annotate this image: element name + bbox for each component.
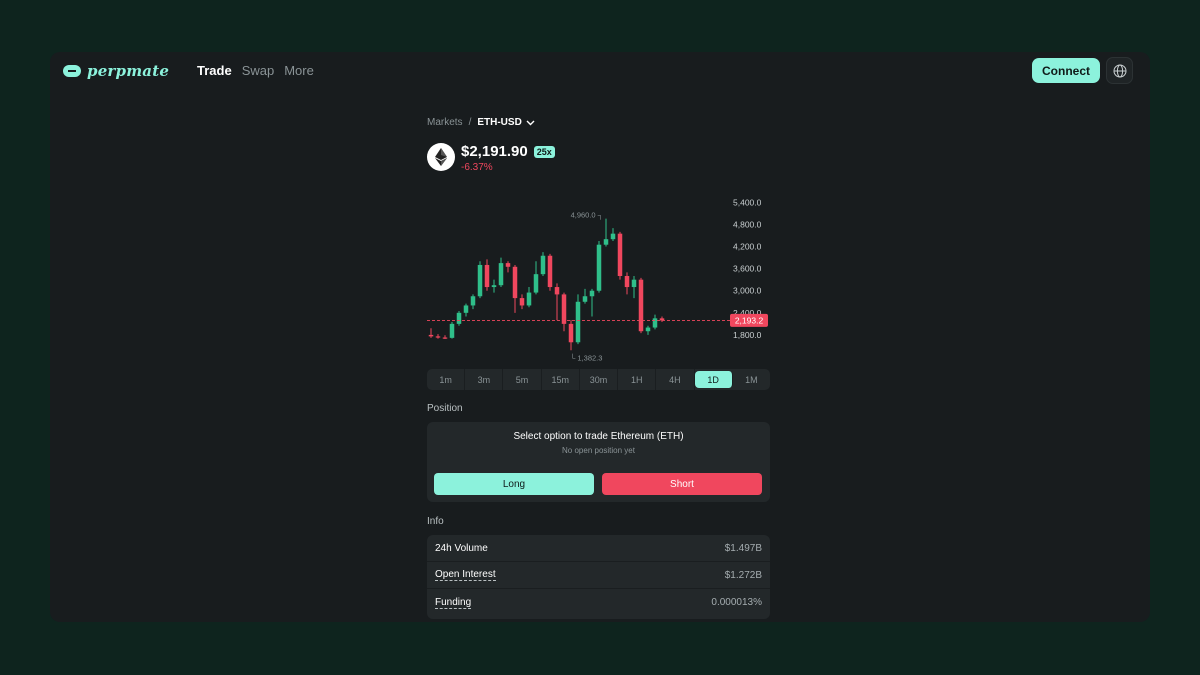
ethereum-icon bbox=[427, 143, 455, 171]
candle-body bbox=[624, 276, 630, 288]
nav-more[interactable]: More bbox=[284, 63, 314, 78]
candle-body bbox=[610, 233, 616, 240]
info-key: 24h Volume bbox=[435, 542, 488, 554]
y-tick-label: 3,600.0 bbox=[733, 264, 762, 274]
leverage-badge: 25x bbox=[533, 145, 555, 158]
asset-summary: $2,191.90 25x -6.37% bbox=[427, 143, 555, 173]
pair-label: ETH-USD bbox=[477, 117, 522, 128]
candle-body bbox=[638, 279, 644, 332]
candle-body bbox=[645, 327, 651, 332]
info-key-tooltip[interactable]: Open Interest bbox=[435, 569, 496, 581]
position-card: Select option to trade Ethereum (ETH) No… bbox=[427, 422, 770, 502]
candle-body bbox=[435, 336, 441, 338]
y-tick-label: 4,800.0 bbox=[733, 219, 762, 229]
info-label: Info bbox=[427, 516, 444, 527]
candle-body bbox=[491, 285, 497, 288]
candle-body bbox=[456, 312, 462, 324]
info-value: $1.497B bbox=[724, 542, 762, 554]
y-tick-label: 1,800.0 bbox=[733, 330, 762, 340]
candle-body bbox=[575, 301, 581, 343]
timeframe-1m[interactable]: 1M bbox=[733, 369, 770, 390]
candle-body bbox=[449, 323, 455, 338]
candle-body bbox=[617, 233, 623, 276]
chevron-down-icon bbox=[526, 120, 535, 125]
breadcrumb-markets[interactable]: Markets bbox=[427, 117, 463, 128]
timeframe-1m[interactable]: 1m bbox=[427, 369, 466, 390]
info-value: $1.272B bbox=[724, 569, 762, 581]
candle-body bbox=[526, 292, 532, 306]
position-title: Select option to trade Ethereum (ETH) bbox=[513, 431, 684, 442]
candle-body bbox=[428, 334, 434, 337]
candle-body bbox=[547, 255, 553, 288]
candle-body bbox=[519, 298, 525, 306]
timeframe-5m[interactable]: 5m bbox=[503, 369, 542, 390]
info-row-funding: Funding 0.000013% bbox=[427, 589, 770, 616]
candle-body bbox=[652, 318, 658, 328]
current-price: $2,191.90 bbox=[461, 143, 528, 160]
info-key-tooltip[interactable]: Funding bbox=[435, 597, 472, 609]
high-price-label: 4,960.0 ┐ bbox=[571, 211, 603, 221]
info-row-volume: 24h Volume $1.497B bbox=[427, 535, 770, 562]
timeframe-3m[interactable]: 3m bbox=[465, 369, 504, 390]
connect-button[interactable]: Connect bbox=[1032, 58, 1100, 83]
main-nav: Trade Swap More bbox=[197, 63, 324, 78]
y-tick-label: 5,400.0 bbox=[733, 197, 762, 207]
candle-body bbox=[603, 239, 609, 245]
candle-body bbox=[470, 296, 476, 306]
short-button[interactable]: Short bbox=[602, 473, 762, 495]
candle-body bbox=[561, 294, 567, 324]
timeframe-selector: 1m 3m 5m 15m 30m 1H 4H 1D 1M bbox=[427, 369, 770, 390]
logo-mark-icon bbox=[63, 65, 81, 77]
candle-body bbox=[505, 263, 511, 267]
candle-body bbox=[512, 266, 518, 299]
breadcrumb-separator: / bbox=[468, 117, 472, 128]
timeframe-4h[interactable]: 4H bbox=[656, 369, 695, 390]
candle-body bbox=[533, 274, 539, 293]
nav-swap[interactable]: Swap bbox=[242, 63, 275, 78]
candle-body bbox=[540, 255, 546, 275]
pair-selector[interactable]: ETH-USD bbox=[477, 117, 535, 128]
timeframe-15m[interactable]: 15m bbox=[542, 369, 580, 390]
language-button[interactable] bbox=[1106, 57, 1133, 84]
app-window: perpmate Trade Swap More Connect Markets… bbox=[50, 52, 1150, 622]
timeframe-1d[interactable]: 1D bbox=[694, 371, 733, 388]
low-price-label: └ 1,382.3 bbox=[570, 353, 602, 362]
candle-body bbox=[589, 290, 595, 297]
position-subtitle: No open position yet bbox=[562, 446, 635, 455]
globe-icon bbox=[1113, 64, 1126, 77]
timeframe-30m[interactable]: 30m bbox=[580, 369, 619, 390]
timeframe-1h[interactable]: 1H bbox=[618, 369, 657, 390]
brand-logo[interactable]: perpmate bbox=[63, 61, 169, 81]
last-price-label: 2,193.2 bbox=[735, 315, 764, 325]
candle-body bbox=[484, 264, 490, 288]
candle-body bbox=[631, 279, 637, 288]
price-chart[interactable]: 5,400.04,800.04,200.03,600.03,000.02,400… bbox=[427, 187, 770, 362]
price-change: -6.37% bbox=[461, 162, 493, 173]
candle-body bbox=[582, 296, 588, 302]
y-tick-label: 4,200.0 bbox=[733, 242, 762, 252]
candle-body bbox=[554, 287, 560, 295]
candle-body bbox=[498, 263, 504, 286]
position-label: Position bbox=[427, 403, 463, 414]
breadcrumb: Markets / ETH-USD bbox=[427, 117, 535, 128]
y-tick-label: 3,000.0 bbox=[733, 286, 762, 296]
candle-body bbox=[596, 244, 602, 291]
nav-trade[interactable]: Trade bbox=[197, 63, 232, 78]
candle-body bbox=[568, 323, 574, 343]
info-card: 24h Volume $1.497B Open Interest $1.272B… bbox=[427, 535, 770, 619]
logo-text: perpmate bbox=[87, 62, 170, 80]
candle-body bbox=[463, 305, 469, 313]
long-button[interactable]: Long bbox=[434, 473, 594, 495]
candle-body bbox=[477, 264, 483, 297]
info-value: 0.000013% bbox=[711, 597, 762, 608]
candle-body bbox=[442, 337, 448, 339]
info-row-open-interest: Open Interest $1.272B bbox=[427, 562, 770, 589]
